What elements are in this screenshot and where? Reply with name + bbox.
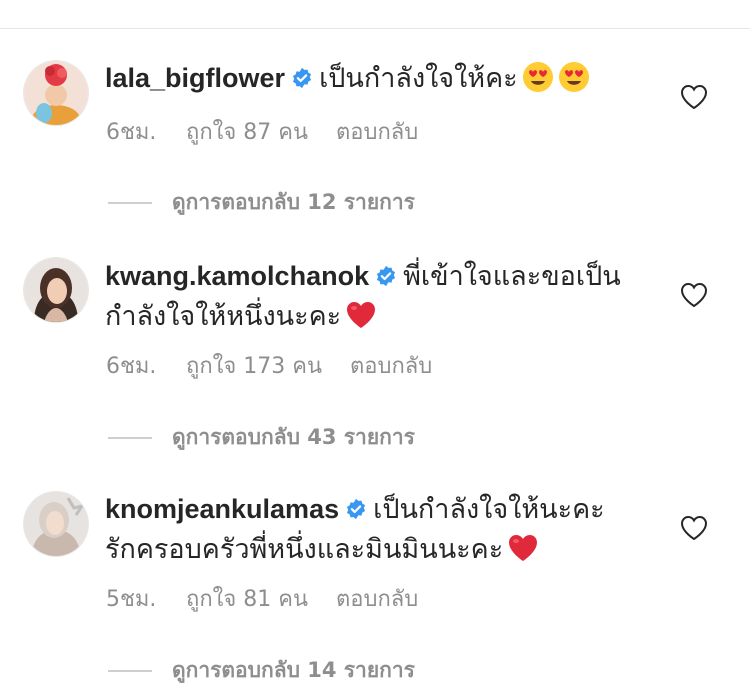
view-replies-label: ดูการตอบกลับ 12 รายการ [172,190,415,214]
view-replies-button[interactable]: ดูการตอบกลับ 14 รายการ [108,654,415,687]
comment-text-line: รักครอบครัวพี่หนึ่งและมินมินนะคะ [105,534,504,565]
avatar[interactable] [24,61,88,125]
like-count[interactable]: ถูกใจ 81 คน [186,581,308,616]
comment-body: kwang.kamolchanok พี่เข้าใจและขอเป็นกำลัง… [105,256,645,337]
like-heart-icon[interactable] [680,84,708,110]
username[interactable]: lala_bigflower [105,63,285,93]
heart-eyes-emoji [522,62,553,92]
reply-button[interactable]: ตอบกลับ [336,114,418,149]
comment-body: knomjeankulamas เป็นกำลังใจให้นะคะรักครอบ… [105,489,645,570]
avatar[interactable] [24,492,88,556]
comment-text-line: พี่เข้าใจและขอเป็น [403,261,621,292]
red-heart-emoji [509,535,538,561]
avatar[interactable] [24,258,88,322]
verified-badge-icon [377,265,396,287]
comment-text-line: กำลังใจให้หนึ่งนะคะ [105,301,342,332]
view-replies-button[interactable]: ดูการตอบกลับ 12 รายการ [108,186,415,219]
divider-line [108,436,152,439]
like-heart-icon[interactable] [680,515,708,541]
comment-time: 6ชม. [106,354,157,379]
verified-badge-icon [347,498,366,520]
like-count[interactable]: ถูกใจ 173 คน [186,348,322,383]
divider-line [108,201,152,204]
top-divider [0,28,750,29]
username[interactable]: knomjeankulamas [105,494,339,524]
comment-text-line: เป็นกำลังใจให้นะคะ [373,494,605,525]
like-count[interactable]: ถูกใจ 87 คน [186,114,308,149]
verified-badge-icon [292,67,312,89]
comment-time: 6ชม. [106,120,157,145]
reply-button[interactable]: ตอบกลับ [350,348,432,383]
reply-button[interactable]: ตอบกลับ [336,581,418,616]
like-heart-icon[interactable] [680,282,708,308]
heart-eyes-emoji [558,62,589,92]
divider-line [108,669,152,672]
comment-meta: 5ชม. ถูกใจ 81 คน ตอบกลับ [106,581,418,616]
comment-text-line: เป็นกำลังใจให้คะ [319,63,518,94]
view-replies-label: ดูการตอบกลับ 14 รายการ [172,658,415,682]
red-heart-emoji [347,302,376,328]
view-replies-label: ดูการตอบกลับ 43 รายการ [172,425,415,449]
username[interactable]: kwang.kamolchanok [105,261,369,291]
comment-body: lala_bigflower เป็นกำลังใจให้คะ [105,58,645,99]
comment-meta: 6ชม. ถูกใจ 87 คน ตอบกลับ [106,114,418,149]
view-replies-button[interactable]: ดูการตอบกลับ 43 รายการ [108,421,415,454]
comment-time: 5ชม. [106,587,157,612]
comment-meta: 6ชม. ถูกใจ 173 คน ตอบกลับ [106,348,432,383]
